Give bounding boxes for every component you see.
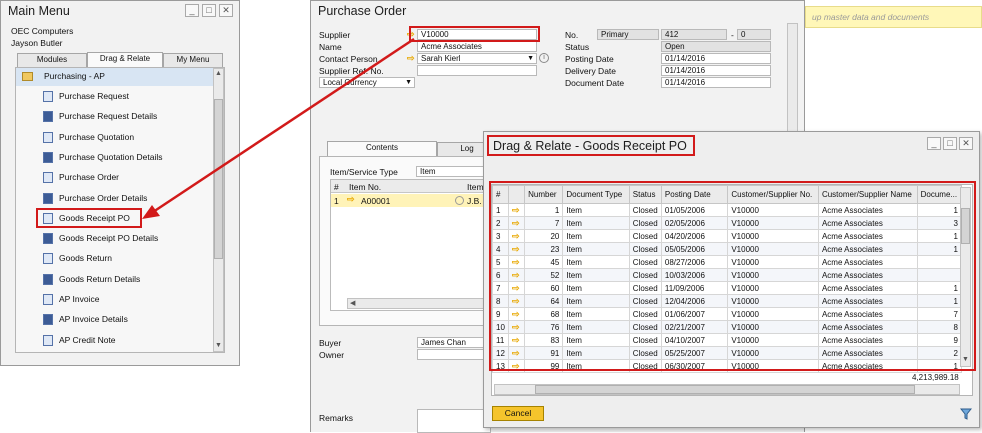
drag-arrow <box>142 37 415 219</box>
